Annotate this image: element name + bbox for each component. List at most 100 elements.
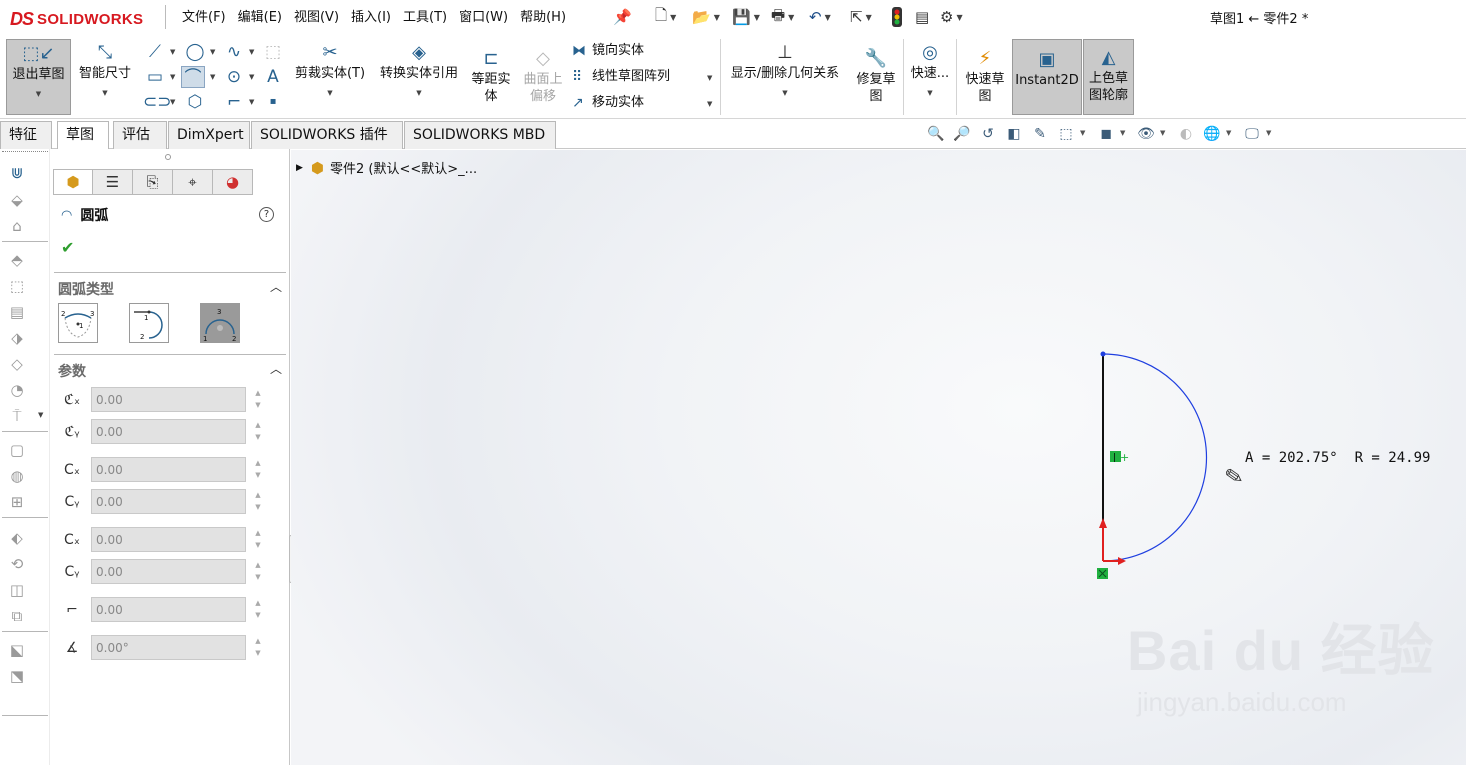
instant2d-button[interactable]: ▣ Instant2D <box>1012 39 1082 115</box>
arc-icon[interactable]: ⌒ <box>181 66 205 88</box>
spinner[interactable]: ▲ ▼ <box>252 635 264 660</box>
select-icon[interactable]: ⇱ ▼ <box>850 6 872 28</box>
spinner[interactable]: ▲ ▼ <box>252 559 264 584</box>
zoom-to-area-icon[interactable]: 🔎 <box>952 125 972 143</box>
chevron-down-icon[interactable]: ▼ <box>170 48 175 56</box>
display-manager-tab[interactable]: ◕ <box>213 169 253 195</box>
spinner[interactable]: ▲ ▼ <box>252 457 264 482</box>
line-icon[interactable]: ⟋ <box>143 41 167 63</box>
configuration-manager-tab[interactable]: ⎘ <box>133 169 173 195</box>
text-icon[interactable]: A <box>261 66 285 88</box>
convert-entities-button[interactable]: ◈ 转换实体引用 ▼ <box>372 43 466 115</box>
fillet-feature-icon[interactable]: ◔ <box>6 379 28 401</box>
cut-extrude-icon[interactable]: ⬗ <box>6 327 28 349</box>
chevron-down-icon[interactable]: ▼ <box>210 73 215 81</box>
spinner[interactable]: ▲ ▼ <box>252 527 264 552</box>
revolve-icon[interactable]: ⌂ <box>6 215 28 237</box>
pin-icon[interactable]: 📌 <box>613 6 632 28</box>
tangent-arc-button[interactable]: 1 2 <box>129 303 169 343</box>
spline-icon[interactable]: ∿ <box>222 41 246 63</box>
edit-appearance-icon[interactable]: ◐ <box>1176 125 1196 143</box>
chevron-down-icon[interactable]: ▼ <box>1160 129 1165 137</box>
instant3d-icon[interactable]: ◫ <box>6 579 28 601</box>
view-orientation-icon[interactable]: ⬚ <box>1056 125 1076 143</box>
wrap-icon[interactable]: ⊞ <box>6 491 28 513</box>
dimxpert-manager-tab[interactable]: ⌖ <box>173 169 213 195</box>
collapse-caret-icon[interactable]: ︿ <box>270 360 282 377</box>
loft-icon[interactable]: ⬚ <box>6 275 28 297</box>
dynamic-annotation-icon[interactable]: ✎ <box>1030 125 1050 143</box>
chevron-down-icon[interactable]: ▼ <box>170 98 175 106</box>
split-icon[interactable]: ⧉ <box>6 605 28 627</box>
spinner[interactable]: ▲ ▼ <box>252 597 264 622</box>
chevron-down-icon[interactable]: ▼ <box>1080 129 1085 137</box>
previous-view-icon[interactable]: ↺ <box>978 125 998 143</box>
spinner[interactable]: ▲ ▼ <box>252 489 264 514</box>
section-view-icon[interactable]: ◧ <box>1004 125 1024 143</box>
chevron-down-icon[interactable]: ▼ <box>38 411 43 419</box>
end-y-field[interactable] <box>91 559 246 584</box>
menu-edit[interactable]: 编辑(E) <box>232 8 288 28</box>
tab-sketch[interactable]: 草图 <box>57 121 109 150</box>
arc-type-section-header[interactable]: 圆弧类型 ︿ <box>54 272 286 300</box>
sweep-icon[interactable]: ⬘ <box>6 249 28 271</box>
ellipse-icon[interactable]: ⊙ <box>222 66 246 88</box>
magnet-icon[interactable]: ⋓ <box>6 162 28 184</box>
curves-icon[interactable]: ⟲ <box>6 553 28 575</box>
ok-checkmark-icon[interactable]: ✔ <box>61 238 74 257</box>
center-y-field[interactable] <box>91 419 246 444</box>
tab-evaluate[interactable]: 评估 <box>113 121 167 149</box>
radius-field[interactable] <box>91 597 246 622</box>
tab-solidworks-mbd[interactable]: SOLIDWORKS MBD <box>404 121 556 149</box>
zoom-to-fit-icon[interactable]: 🔍 <box>926 125 946 143</box>
chevron-down-icon[interactable]: ▼ <box>170 73 175 81</box>
slot-icon[interactable]: ⊂⊃ <box>143 91 172 113</box>
centerpoint-arc-button[interactable]: 2 1 3 <box>58 303 98 343</box>
view-settings-icon[interactable]: 🖵 <box>1242 125 1262 143</box>
tab-solidworks-addins[interactable]: SOLIDWORKS 插件 <box>251 121 403 149</box>
menu-view[interactable]: 视图(V) <box>288 8 345 28</box>
menu-help[interactable]: 帮助(H) <box>514 8 572 28</box>
chevron-down-icon[interactable]: ▼ <box>707 74 712 82</box>
reference-geometry-icon[interactable]: ⬖ <box>6 527 28 549</box>
chevron-down-icon[interactable]: ▼ <box>249 98 254 106</box>
mirror-entities-button[interactable]: ⧓ 镜向实体 <box>572 41 644 61</box>
chevron-down-icon[interactable]: ▼ <box>210 48 215 56</box>
new-doc-icon[interactable]: 🗋 ▼ <box>655 6 676 28</box>
polygon-icon[interactable]: ⬡ <box>183 91 207 113</box>
offset-entities-button[interactable]: ⊏ 等距实 体 <box>466 49 516 111</box>
feature-manager-tab[interactable]: ⬢ <box>53 169 93 195</box>
three-point-arc-button[interactable]: 3 1 2 <box>200 303 240 343</box>
tab-features[interactable]: 特征 <box>0 121 52 149</box>
open-icon[interactable]: 📂 ▼ <box>692 6 720 28</box>
chevron-down-icon[interactable]: ▼ <box>1266 129 1271 137</box>
fillet-icon[interactable]: ⌐ <box>222 91 246 113</box>
move-entities-button[interactable]: ↗ 移动实体 <box>572 93 644 113</box>
panel-grip-icon[interactable] <box>165 154 171 160</box>
circle-icon[interactable]: ◯ <box>183 41 207 63</box>
angle-field[interactable] <box>91 635 246 660</box>
draft-icon[interactable]: ⍑ <box>6 405 28 427</box>
move-copy-icon[interactable]: ⬕ <box>6 639 28 661</box>
property-manager-tab[interactable]: ☰ <box>93 169 133 195</box>
arc-start-point[interactable] <box>1100 351 1106 357</box>
display-delete-relations-button[interactable]: ⊥ 显示/删除几何关系 ▼ <box>725 43 845 115</box>
rapid-sketch-button[interactable]: ⚡ 快速草 图 <box>960 49 1010 111</box>
save-icon[interactable]: 💾 ▼ <box>732 6 760 28</box>
rebuild-icon[interactable] <box>891 6 903 28</box>
extrude-icon[interactable]: ⬙ <box>6 189 28 211</box>
menu-window[interactable]: 窗口(W) <box>453 8 514 28</box>
options-icon[interactable]: ⚙ ▼ <box>940 6 963 28</box>
shell-icon[interactable]: ▢ <box>6 439 28 461</box>
end-x-field[interactable] <box>91 527 246 552</box>
undo-icon[interactable]: ↶ ▼ <box>809 6 831 28</box>
parameters-section-header[interactable]: 参数 ︿ <box>54 354 286 382</box>
menu-tools[interactable]: 工具(T) <box>397 8 453 28</box>
exit-sketch-button[interactable]: ⬚↙ 退出草图 ▼ <box>6 39 71 115</box>
boundary-icon[interactable]: ▤ <box>6 301 28 323</box>
print-icon[interactable]: 🖶 ▼ <box>771 6 794 28</box>
center-x-field[interactable] <box>91 387 246 412</box>
menu-file[interactable]: 文件(F) <box>176 8 232 28</box>
combine-icon[interactable]: ⬔ <box>6 665 28 687</box>
offset-on-surface-button[interactable]: ◇ 曲面上 偏移 <box>518 49 568 111</box>
